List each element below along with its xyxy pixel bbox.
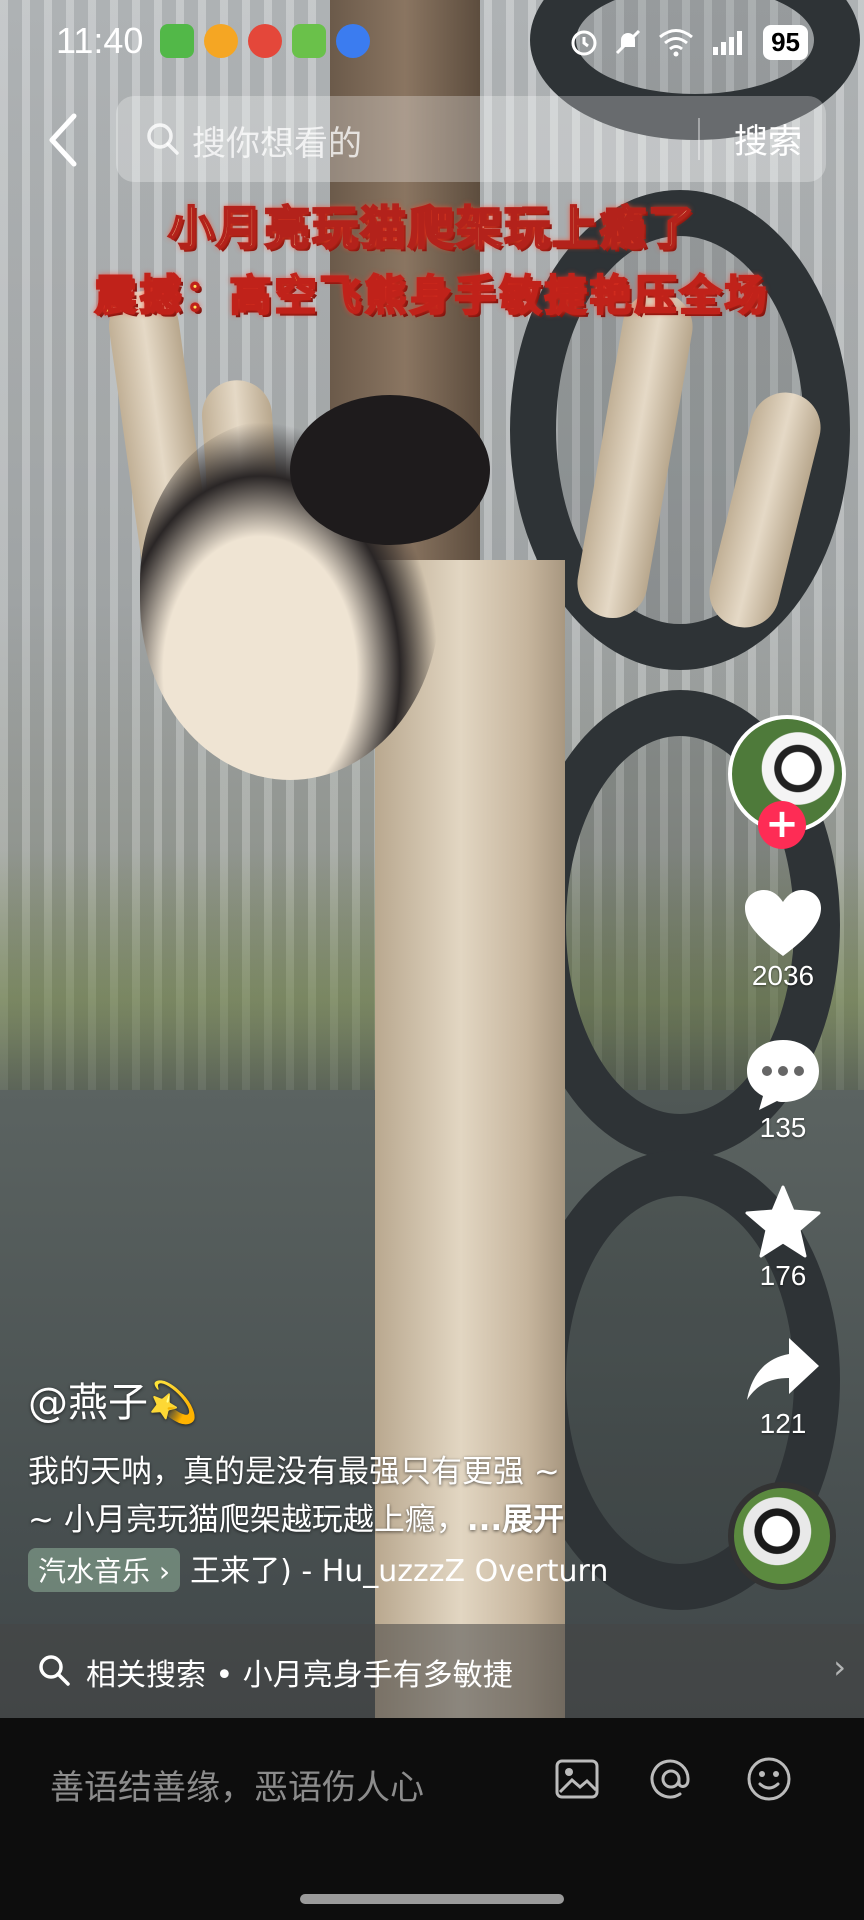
search-input[interactable]: 搜你想看的 (192, 116, 362, 165)
app-notification-icon (248, 24, 282, 58)
weibo-notification-icon (204, 24, 238, 58)
search-icon (39, 1655, 70, 1686)
search-button[interactable]: 搜索 (734, 114, 802, 163)
music-source-tag[interactable]: 汽水音乐 › (28, 1548, 181, 1592)
chevron-right-icon: › (833, 1648, 846, 1686)
post-description-text: ~ 小月亮玩猫爬架越玩越上瘾， (28, 1502, 467, 1538)
mute-icon (616, 29, 641, 55)
status-indicators: 95 (569, 22, 808, 62)
search-divider (698, 118, 700, 160)
app-notification-icon (292, 24, 326, 58)
alarm-icon (571, 30, 597, 56)
comment-count: 135 (759, 1112, 807, 1143)
post-description-line2: ~ 小月亮玩猫爬架越玩越上瘾，...展开 (28, 1494, 668, 1539)
like-count: 2036 (751, 960, 815, 991)
star-icon (745, 1185, 821, 1258)
cellular-signal-icon (713, 31, 743, 55)
status-time: 11:40 (56, 20, 144, 61)
video-caption-subtitle: 震撼：高空飞熊身手敏捷艳压全场 (93, 270, 770, 321)
favorite-count: 176 (759, 1260, 807, 1291)
related-search-bar[interactable]: 相关搜索 • 小月亮身手有多敏捷 › (0, 1624, 864, 1718)
comment-input[interactable]: 善语结善缘，恶语伤人心 (50, 1760, 424, 1809)
music-disc[interactable] (728, 1482, 836, 1590)
search-icon (147, 123, 179, 155)
music-title: 王来了) - Hu_uzzzZ Overturn (190, 1554, 609, 1589)
video-caption-title: 小月亮玩猫爬架玩上瘾了 (167, 200, 696, 256)
wifi-icon (659, 29, 694, 57)
related-search-text: 相关搜索 • 小月亮身手有多敏捷 (86, 1658, 513, 1693)
like-button[interactable]: 2036 (720, 888, 846, 992)
app-notification-icon (160, 24, 194, 58)
comment-bar: 善语结善缘，恶语伤人心 (0, 1718, 864, 1920)
share-button[interactable]: 121 (720, 1332, 846, 1440)
app-notification-icon (336, 24, 370, 58)
back-arrow-icon[interactable] (40, 110, 88, 170)
follow-button[interactable]: + (758, 801, 806, 849)
emoji-icon[interactable] (744, 1754, 794, 1804)
expand-button[interactable]: ...展开 (467, 1502, 564, 1538)
status-bar: 11:40 95 (0, 0, 864, 86)
comment-button[interactable]: 135 (720, 1036, 846, 1144)
music-row[interactable]: 汽水音乐 › 王来了) - Hu_uzzzZ Overturn (28, 1546, 648, 1594)
share-icon (747, 1338, 819, 1400)
post-description: 我的天呐，真的是没有最强只有更强 ~ (28, 1454, 560, 1490)
share-count: 121 (759, 1408, 807, 1439)
mention-icon[interactable] (646, 1754, 696, 1804)
favorite-button[interactable]: 176 (720, 1184, 846, 1292)
video-frame-panda-head (290, 395, 490, 545)
battery-indicator: 95 (763, 24, 808, 60)
home-indicator[interactable] (300, 1894, 564, 1904)
image-icon[interactable] (552, 1754, 602, 1804)
video-frame-post (375, 560, 565, 1718)
search-bar[interactable]: 搜你想看的 搜索 (116, 96, 826, 182)
comment-icon (747, 1040, 819, 1110)
author-name[interactable]: @燕子💫 (28, 1370, 198, 1428)
heart-icon (745, 890, 821, 956)
